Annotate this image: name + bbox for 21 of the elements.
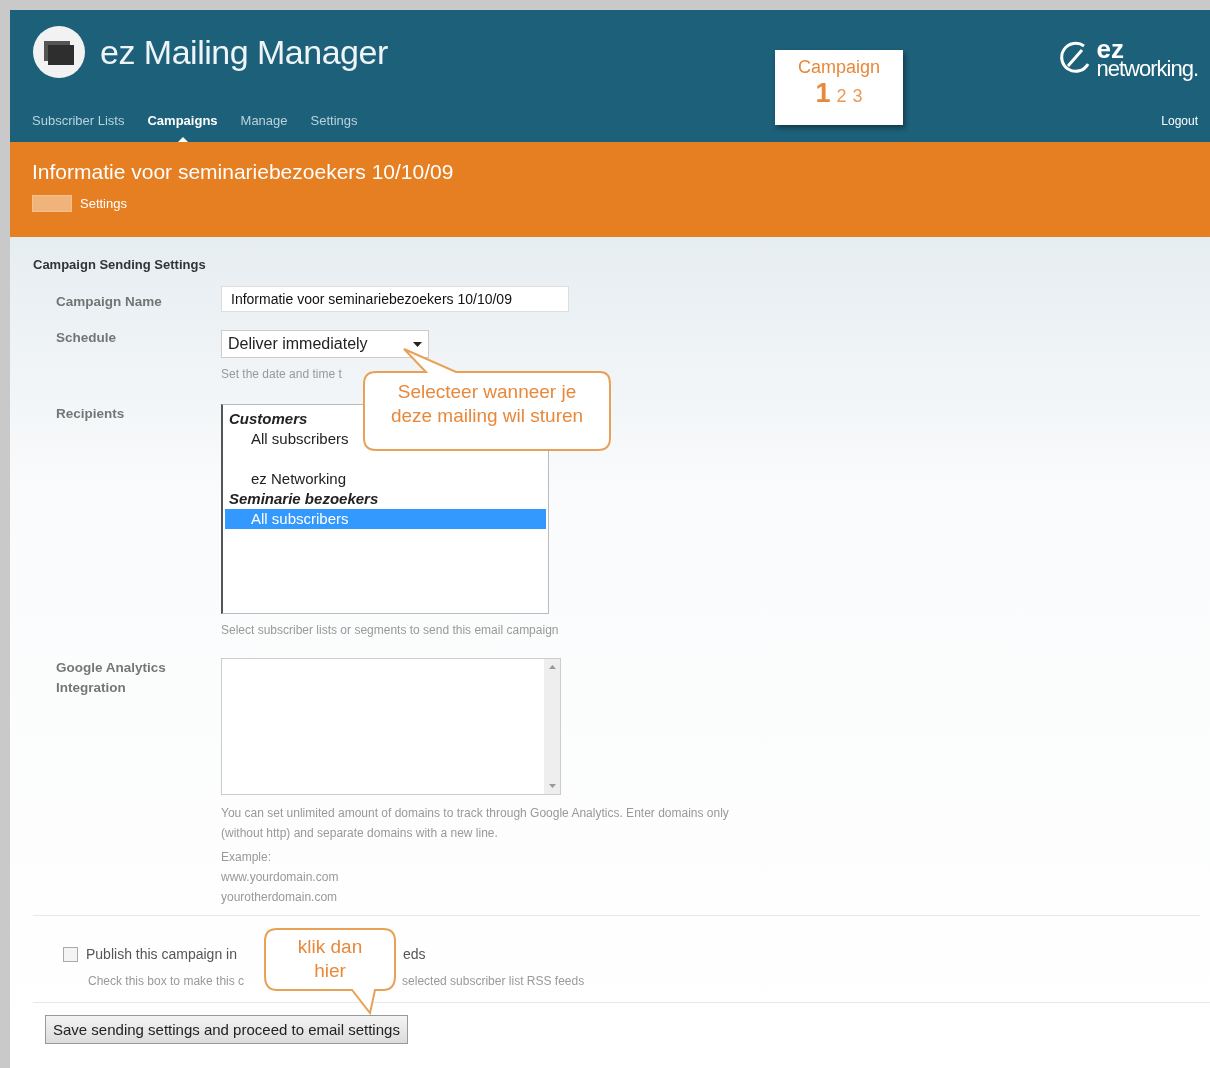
hint-text: Set the date and time t bbox=[221, 366, 343, 383]
section-title: Campaign Sending Settings bbox=[33, 257, 207, 272]
hint-text: Check this box to make this c bbox=[88, 974, 245, 988]
brand-name: networking. bbox=[1096, 60, 1198, 79]
hint-text: You can set unlimited amount of domains to track through Google Analytics. Enter domains only (without http) and separate domains with a new line. bbox=[221, 805, 730, 842]
callout-tooltip: klik dan hier bbox=[263, 927, 397, 1015]
field-label: Google Analytics Integration bbox=[55, 659, 167, 697]
steps-title: Campaign bbox=[797, 57, 880, 78]
brand-mark: ez bbox=[1096, 38, 1124, 61]
hint-text: selected subscriber list RSS feeds bbox=[402, 974, 585, 988]
hint-text: Example: bbox=[221, 849, 273, 866]
hint-text: www.yourdomain.com bbox=[221, 869, 340, 886]
field-label: Campaign Name bbox=[55, 293, 163, 311]
checkbox-label: eds bbox=[403, 946, 426, 962]
hint-text: Select subscriber lists or segments to send this email campaign bbox=[221, 622, 560, 639]
campaign-title: Informatie voor seminariebezoekers 10/10/09 bbox=[32, 160, 455, 184]
checkbox-label: Publish this campaign in bbox=[86, 946, 237, 962]
hint-text: yourotherdomain.com bbox=[221, 889, 339, 906]
app-title: ez Mailing Manager bbox=[100, 32, 388, 72]
field-label: Schedule bbox=[55, 329, 118, 347]
field-label: Recipients bbox=[55, 405, 126, 423]
